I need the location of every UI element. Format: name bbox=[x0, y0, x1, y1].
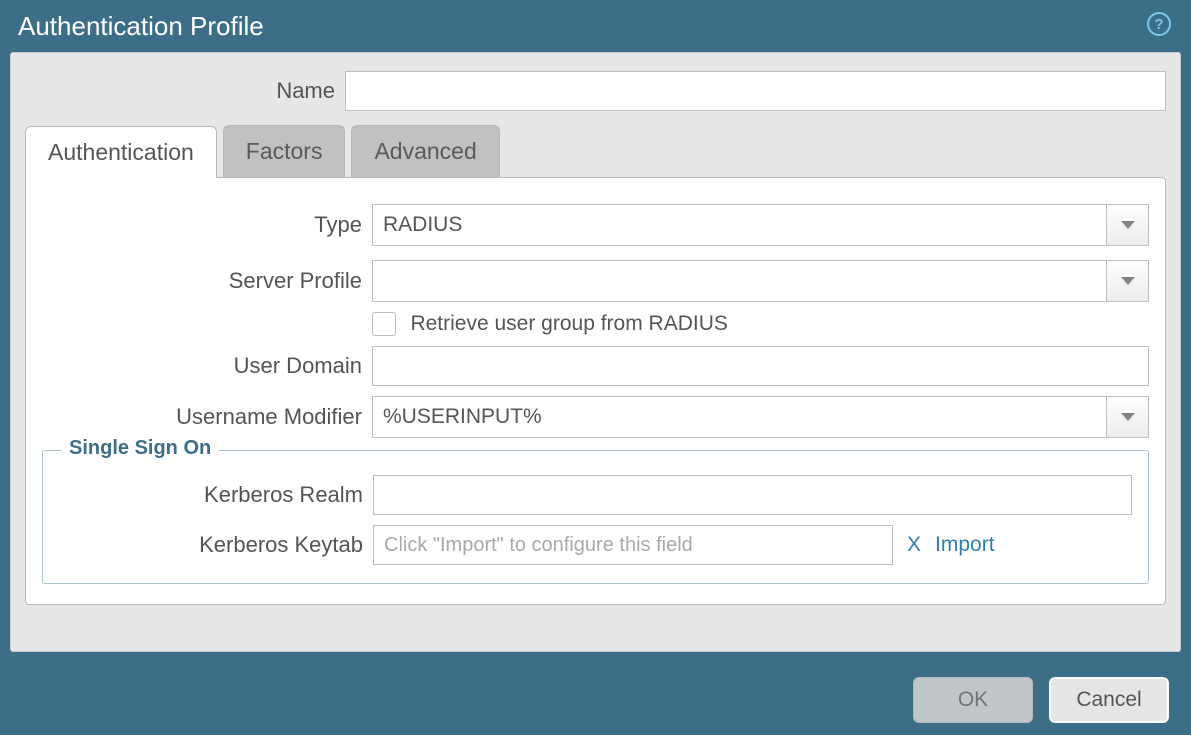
name-row: Name bbox=[25, 71, 1166, 111]
username-modifier-dropdown[interactable]: %USERINPUT% bbox=[372, 396, 1149, 438]
type-label: Type bbox=[42, 212, 372, 238]
server-profile-label: Server Profile bbox=[42, 268, 372, 294]
type-row: Type RADIUS bbox=[42, 204, 1149, 246]
kerberos-keytab-clear[interactable]: X bbox=[907, 533, 921, 557]
username-modifier-value: %USERINPUT% bbox=[373, 405, 1106, 429]
chevron-down-icon bbox=[1121, 413, 1135, 421]
kerberos-keytab-label: Kerberos Keytab bbox=[59, 532, 373, 558]
retrieve-group-checkbox[interactable] bbox=[372, 312, 396, 336]
cancel-button[interactable]: Cancel bbox=[1049, 677, 1169, 723]
name-input[interactable] bbox=[345, 71, 1166, 111]
kerberos-realm-input[interactable] bbox=[373, 475, 1132, 515]
type-value: RADIUS bbox=[373, 213, 1106, 237]
kerberos-keytab-import-link[interactable]: Import bbox=[935, 533, 995, 557]
type-dropdown[interactable]: RADIUS bbox=[372, 204, 1149, 246]
kerberos-keytab-row: Kerberos Keytab Click "Import" to config… bbox=[59, 525, 1132, 565]
kerberos-keytab-placeholder: Click "Import" to configure this field bbox=[384, 534, 693, 557]
tab-panel-authentication: Type RADIUS Server Profile bbox=[25, 177, 1166, 605]
kerberos-realm-row: Kerberos Realm bbox=[59, 475, 1132, 515]
titlebar: Authentication Profile ? bbox=[0, 0, 1191, 52]
tab-factors[interactable]: Factors bbox=[223, 125, 346, 177]
username-modifier-row: Username Modifier %USERINPUT% bbox=[42, 396, 1149, 438]
sso-fieldset: Single Sign On Kerberos Realm Kerberos K… bbox=[42, 450, 1149, 584]
dialog-body: Name Authentication Factors Advanced Typ… bbox=[10, 52, 1181, 652]
user-domain-label: User Domain bbox=[42, 353, 372, 379]
kerberos-realm-label: Kerberos Realm bbox=[59, 482, 373, 508]
ok-button[interactable]: OK bbox=[913, 677, 1033, 723]
username-modifier-dropdown-button[interactable] bbox=[1106, 397, 1148, 437]
retrieve-group-row: Retrieve user group from RADIUS bbox=[42, 312, 1149, 336]
help-icon[interactable]: ? bbox=[1147, 12, 1171, 36]
user-domain-row: User Domain bbox=[42, 346, 1149, 386]
sso-legend: Single Sign On bbox=[61, 437, 219, 460]
dialog-title: Authentication Profile bbox=[18, 11, 264, 42]
dialog-window: Authentication Profile ? Name Authentica… bbox=[0, 0, 1191, 735]
kerberos-keytab-input[interactable]: Click "Import" to configure this field bbox=[373, 525, 893, 565]
retrieve-group-label: Retrieve user group from RADIUS bbox=[410, 312, 727, 335]
type-dropdown-button[interactable] bbox=[1106, 205, 1148, 245]
server-profile-dropdown[interactable] bbox=[372, 260, 1149, 302]
tab-advanced[interactable]: Advanced bbox=[351, 125, 499, 177]
username-modifier-label: Username Modifier bbox=[42, 404, 372, 430]
server-profile-row: Server Profile bbox=[42, 260, 1149, 302]
user-domain-input[interactable] bbox=[372, 346, 1149, 386]
name-label: Name bbox=[25, 78, 345, 104]
chevron-down-icon bbox=[1121, 221, 1135, 229]
dialog-footer: OK Cancel bbox=[0, 665, 1191, 735]
tab-strip: Authentication Factors Advanced bbox=[25, 125, 1166, 177]
server-profile-dropdown-button[interactable] bbox=[1106, 261, 1148, 301]
chevron-down-icon bbox=[1121, 277, 1135, 285]
tab-authentication[interactable]: Authentication bbox=[25, 126, 217, 178]
